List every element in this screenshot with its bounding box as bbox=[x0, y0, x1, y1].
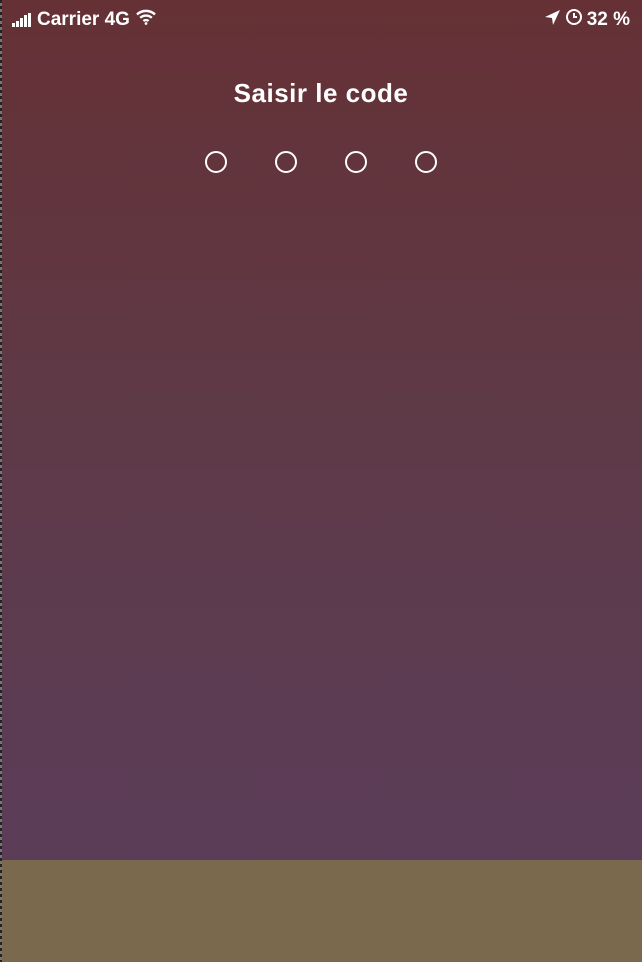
passcode-screen: Carrier 4G 32 % Saisir le code bbox=[0, 0, 642, 962]
status-bar-right: 32 % bbox=[544, 9, 630, 31]
passcode-dot-3 bbox=[345, 151, 367, 173]
passcode-dot-1 bbox=[205, 151, 227, 173]
carrier-label: Carrier 4G bbox=[37, 9, 130, 30]
wifi-icon bbox=[136, 9, 156, 31]
status-bar-left: Carrier 4G bbox=[12, 9, 156, 31]
passcode-title: Saisir le code bbox=[233, 78, 409, 108]
passcode-dots bbox=[0, 151, 642, 173]
passcode-dot-4 bbox=[415, 151, 437, 173]
status-bar: Carrier 4G 32 % bbox=[0, 0, 642, 40]
keypad-area[interactable] bbox=[2, 860, 642, 962]
battery-percentage: 32 % bbox=[586, 9, 630, 30]
alarm-clock-icon bbox=[565, 8, 583, 32]
passcode-dot-2 bbox=[275, 151, 297, 173]
location-arrow-icon bbox=[544, 9, 561, 32]
signal-icon bbox=[12, 13, 32, 27]
window-left-edge bbox=[0, 0, 2, 962]
